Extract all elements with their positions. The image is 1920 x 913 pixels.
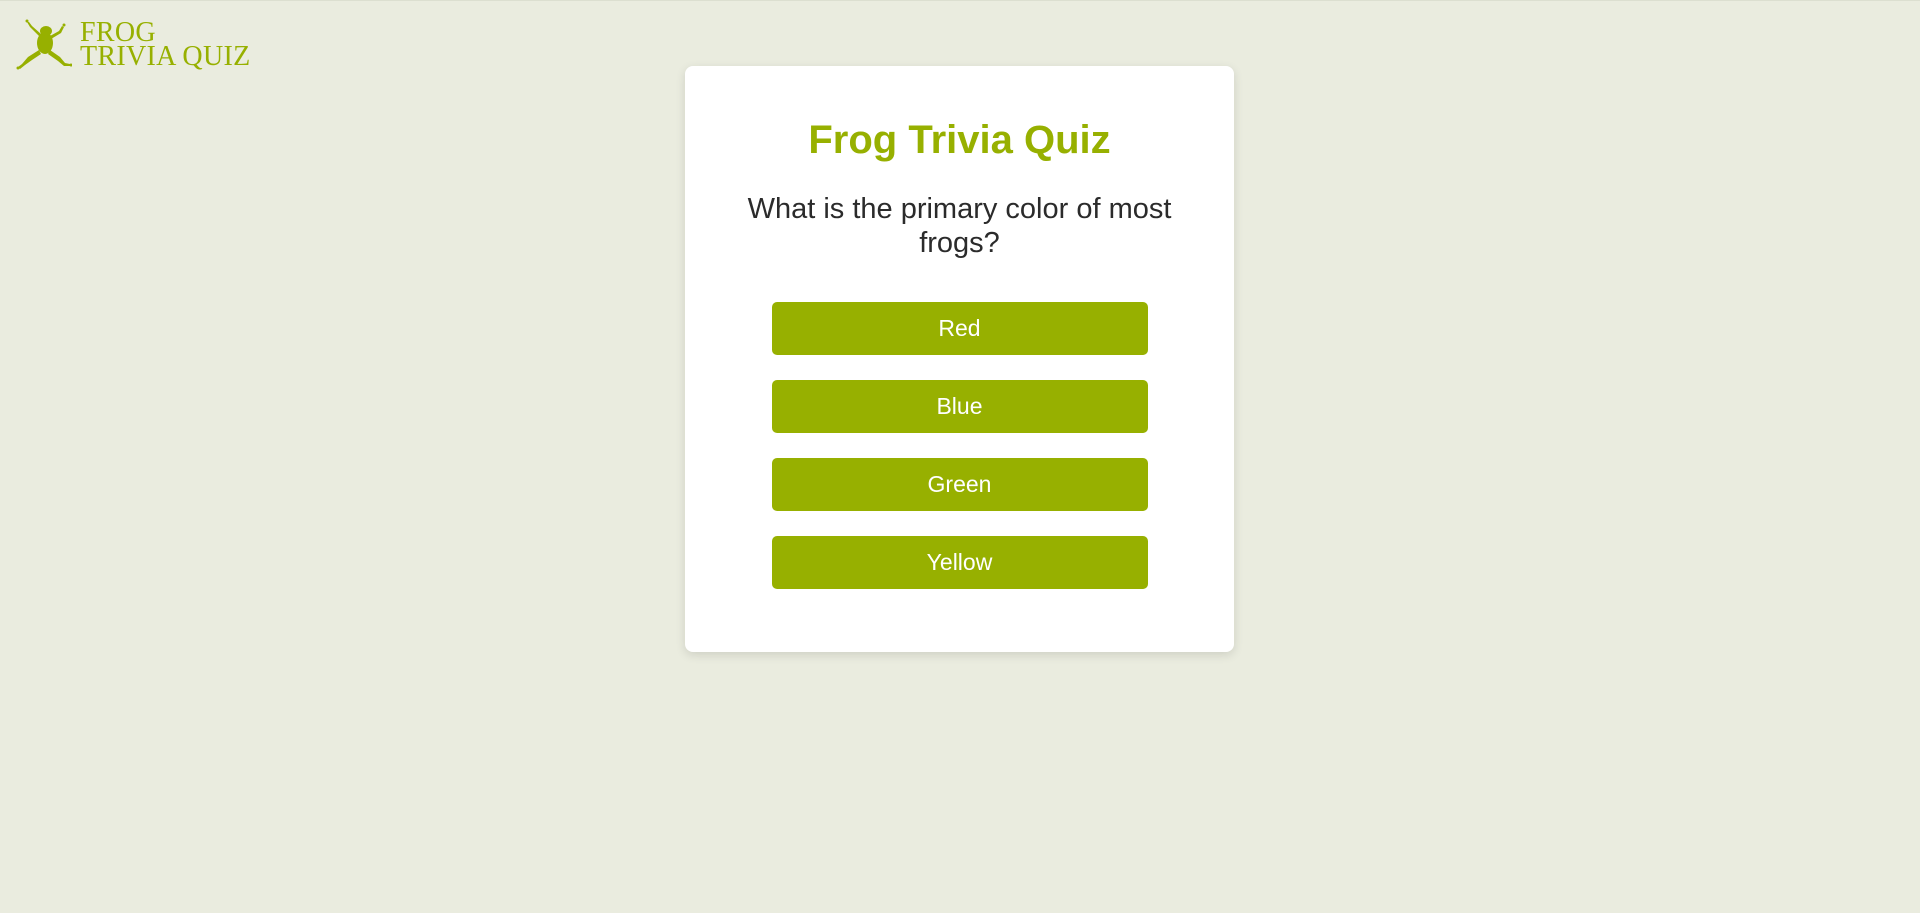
logo-line-2: TRIVIA QUIZ (80, 41, 251, 72)
answer-button-red[interactable]: Red (771, 302, 1148, 355)
answer-button-blue[interactable]: Blue (771, 380, 1148, 433)
quiz-title: Frog Trivia Quiz (808, 118, 1111, 162)
answer-button-yellow[interactable]: Yellow (771, 536, 1148, 589)
question-text: What is the primary color of most frogs? (747, 193, 1172, 259)
answer-list: Red Blue Green Yellow (685, 302, 1234, 589)
logo-text: FROG TRIVIA QUIZ (80, 19, 251, 72)
site-logo[interactable]: FROG TRIVIA QUIZ (16, 17, 251, 73)
answer-button-green[interactable]: Green (771, 458, 1148, 511)
frog-icon (16, 19, 72, 70)
quiz-card: Frog Trivia Quiz What is the primary col… (685, 66, 1234, 652)
